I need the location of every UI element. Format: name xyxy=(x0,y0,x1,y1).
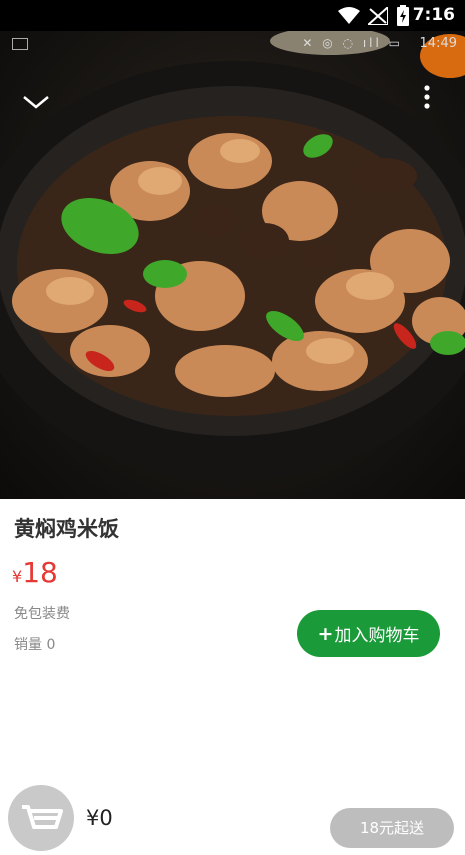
add-to-cart-button[interactable]: + 加入购物车 xyxy=(297,610,440,657)
more-vertical-icon[interactable] xyxy=(421,83,433,115)
photo-status-icons: ✕ ◎ ◌ ıll ▭ xyxy=(302,36,403,50)
signal-icon xyxy=(368,7,388,25)
shopping-cart-icon xyxy=(22,805,63,829)
photo-status-time: 14:49 xyxy=(419,36,457,51)
add-to-cart-label: 加入购物车 xyxy=(334,626,420,646)
dish-image xyxy=(0,31,465,481)
product-photo: ✕ ◎ ◌ ıll ▭ 14:49 xyxy=(0,31,465,499)
chevron-down-icon[interactable] xyxy=(20,86,52,118)
plus-icon: + xyxy=(317,622,334,645)
photo-status-bar: ✕ ◎ ◌ ıll ▭ 14:49 xyxy=(0,31,465,57)
status-bar: 7:16 xyxy=(0,0,465,31)
product-title: 黄焖鸡米饭 xyxy=(14,517,119,541)
product-price: ¥18 xyxy=(12,556,58,589)
packaging-fee-text: 免包装费 xyxy=(14,606,70,622)
status-time: 7:16 xyxy=(412,5,455,25)
cart-button[interactable] xyxy=(8,785,74,851)
image-icon xyxy=(12,38,28,50)
wifi-icon xyxy=(338,7,360,24)
sales-count: 销量 0 xyxy=(14,637,56,653)
min-order-button[interactable]: 18元起送 xyxy=(330,808,454,848)
cart-total: ¥0 xyxy=(86,806,113,830)
battery-icon xyxy=(397,5,409,26)
price-value: 18 xyxy=(22,556,58,589)
currency-symbol: ¥ xyxy=(12,567,23,586)
